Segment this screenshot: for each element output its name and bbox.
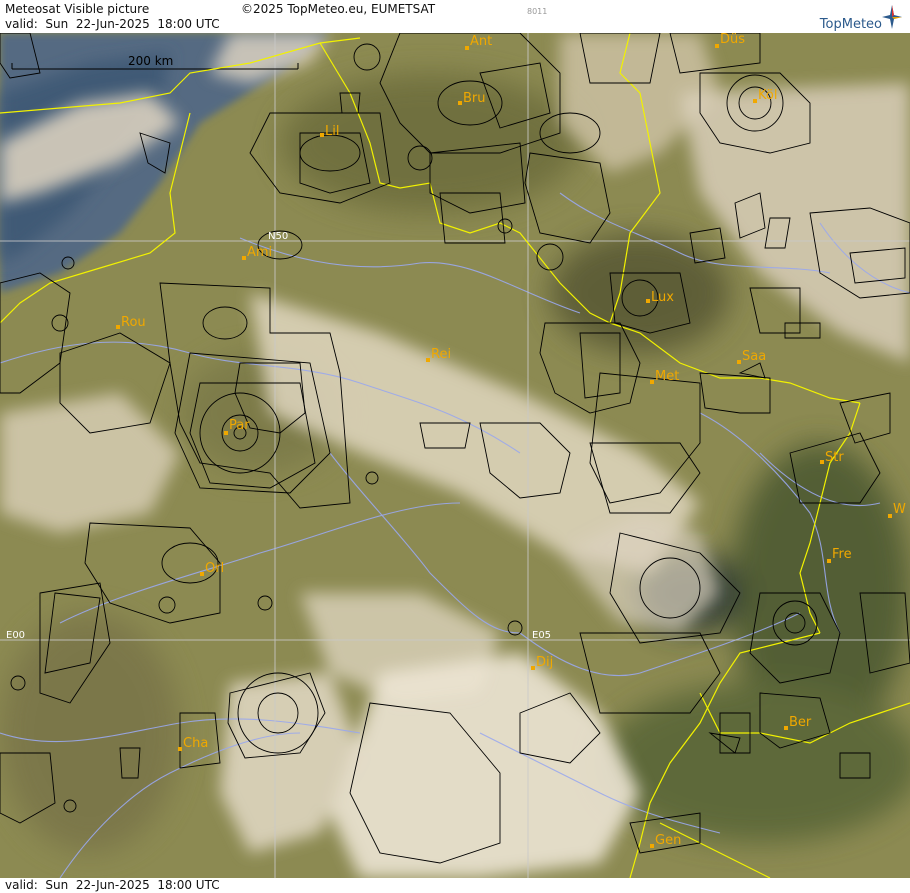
city-label-ant: Ant [470, 34, 492, 49]
city-label-dij: Dij [536, 655, 553, 670]
city-label-ber: Ber [789, 715, 812, 730]
grid-label-e00: E00 [6, 630, 25, 641]
city-label-met: Met [655, 369, 679, 384]
city-label-gen: Gen [655, 833, 681, 848]
city-label-rei: Rei [431, 347, 451, 362]
image-code: 8011 [527, 7, 548, 16]
city-label-fre: Fre [832, 547, 852, 562]
city-label-saa: Saa [742, 349, 766, 364]
copyright-text: ©2025 TopMeteo.eu, EUMETSAT [241, 2, 436, 16]
city-label-kol: Köl [758, 88, 777, 103]
city-label-orl: Orl [205, 561, 224, 576]
city-lux[interactable]: Lux [646, 290, 674, 305]
city-label-rou: Rou [121, 315, 146, 330]
grid-label-n50: N50 [268, 231, 288, 242]
city-label-dus: Düs [720, 33, 745, 47]
grid-label-e05: E05 [532, 630, 551, 641]
header: Meteosat Visible picture valid: Sun 22-J… [0, 0, 910, 33]
topmeteo-logo: TopMeteo [794, 3, 904, 32]
valid-time-top: valid: Sun 22-Jun-2025 18:00 UTC [5, 17, 220, 31]
city-rou[interactable]: Rou [116, 315, 146, 330]
city-ber[interactable]: Ber [784, 715, 812, 730]
product-title: Meteosat Visible picture [5, 2, 150, 16]
city-cha[interactable]: Cha [178, 736, 208, 751]
city-saa[interactable]: Saa [737, 349, 766, 364]
city-label-par: Par [229, 418, 250, 433]
city-ami[interactable]: Ami [242, 245, 272, 260]
satellite-frame: Meteosat Visible picture valid: Sun 22-J… [0, 0, 910, 893]
city-label-cha: Cha [183, 736, 208, 751]
city-label-w: W [893, 502, 906, 517]
satellite-map[interactable]: 200 km N50 E00 E05 Ant Düs Bru Köl Lil A… [0, 33, 910, 878]
city-ant[interactable]: Ant [465, 34, 492, 50]
city-label-lil: Lil [325, 124, 339, 139]
city-gen[interactable]: Gen [650, 833, 681, 848]
city-label-str: Str [825, 450, 844, 465]
city-met[interactable]: Met [650, 369, 679, 384]
scale-label: 200 km [128, 54, 173, 68]
compass-star-icon [882, 5, 902, 29]
valid-time-bottom: valid: Sun 22-Jun-2025 18:00 UTC [5, 878, 220, 892]
logo-text: TopMeteo [819, 17, 882, 32]
city-bru[interactable]: Bru [458, 91, 486, 106]
city-label-bru: Bru [463, 91, 486, 106]
city-label-ami: Ami [247, 245, 272, 260]
map-canvas: 200 km N50 E00 E05 Ant Düs Bru Köl Lil A… [0, 33, 910, 878]
city-dus[interactable]: Düs [715, 33, 745, 48]
city-label-lux: Lux [651, 290, 674, 305]
footer: valid: Sun 22-Jun-2025 18:00 UTC [0, 878, 910, 893]
